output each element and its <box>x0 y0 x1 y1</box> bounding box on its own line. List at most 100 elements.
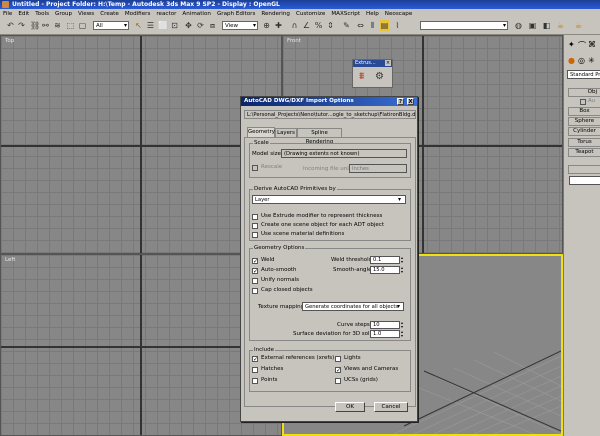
reference-coordinate-dropdown[interactable]: View <box>222 21 258 30</box>
scale-icon[interactable]: ⧈ <box>208 20 217 31</box>
render-frame-icon[interactable]: ◧ <box>542 20 551 31</box>
select-link-icon[interactable]: ⛓ <box>30 20 40 31</box>
box-button[interactable]: Box <box>568 107 600 116</box>
ucs-grids-checkbox[interactable] <box>335 378 341 384</box>
quick-render-icon[interactable]: ☕ <box>556 20 565 31</box>
teapot-button[interactable]: Teapot <box>568 148 600 157</box>
angle-snap-icon[interactable]: ∠ <box>302 20 311 31</box>
geometry-icon[interactable]: ● <box>568 56 575 65</box>
move-icon[interactable]: ✥ <box>184 20 193 31</box>
viewport-label[interactable]: Front <box>287 38 301 44</box>
render-setup-icon[interactable]: ▣ <box>528 20 537 31</box>
rescale-checkbox[interactable] <box>252 165 258 171</box>
smooth-angle-spinner[interactable]: ▴ ▾ <box>401 266 405 274</box>
select-by-name-icon[interactable]: ☰ <box>146 20 155 31</box>
xrefs-label: External references (xrefs) <box>261 355 335 361</box>
model-size-label: Model size: <box>252 151 283 157</box>
surface-deviation-label: Surface deviation for 3D solids: <box>293 331 380 337</box>
sphere-button[interactable]: Sphere <box>568 117 600 126</box>
viewport-label[interactable]: Top <box>5 38 14 44</box>
redo-icon[interactable]: ↷ <box>17 20 26 31</box>
align-icon[interactable]: ⫴ <box>368 20 377 31</box>
xrefs-checkbox[interactable]: ✓ <box>252 356 258 363</box>
scene-materials-checkbox[interactable] <box>252 232 258 238</box>
main-toolbar: ↶ ↷ ⛓ ⚯ ≋ ⬚ ▢ All ↖ ☰ ⬜ ⊡ ✥ ⟳ ⧈ View ⊕ ✚… <box>0 18 600 35</box>
gear-icon[interactable]: ⚙ <box>375 71 384 82</box>
select-icon[interactable]: ⬚ <box>66 20 75 31</box>
undo-icon[interactable]: ↶ <box>6 20 15 31</box>
points-checkbox[interactable] <box>252 378 258 384</box>
curve-steps-input[interactable]: 10 <box>370 321 400 329</box>
rotate-icon[interactable]: ⟳ <box>196 20 205 31</box>
spinner-snap-icon[interactable]: ⇕ <box>326 20 335 31</box>
manipulate-icon[interactable]: ✚ <box>274 20 283 31</box>
named-selection-icon[interactable]: ✎ <box>342 20 351 31</box>
weld-threshold-spinner[interactable]: ▴ ▾ <box>401 256 405 264</box>
autogrid-checkbox[interactable] <box>580 99 586 105</box>
cap-closed-checkbox[interactable] <box>252 288 258 294</box>
unify-normals-checkbox[interactable] <box>252 278 258 284</box>
curve-steps-spinner[interactable]: ▴ ▾ <box>401 321 405 329</box>
autogrid-label: Au <box>588 98 596 104</box>
weld-threshold-input[interactable]: 0.1 <box>370 256 400 264</box>
cap-closed-label: Cap closed objects <box>261 287 313 293</box>
use-extrude-label: Use Extrude modifier to represent thickn… <box>261 213 383 219</box>
surface-deviation-input[interactable]: 1.0 <box>370 330 400 338</box>
mirror-icon[interactable]: ⇔ <box>356 20 365 31</box>
object-type-rollout[interactable]: Obj <box>568 88 600 97</box>
ucs-grids-label: UCSs (grids) <box>344 377 378 383</box>
cancel-button[interactable]: Cancel <box>374 402 408 412</box>
hierarchy-panel-icon[interactable]: ⌘ <box>588 40 596 49</box>
ok-button[interactable]: OK <box>335 402 365 412</box>
percent-snap-icon[interactable]: % <box>314 20 323 31</box>
one-object-per-adt-checkbox[interactable] <box>252 223 258 229</box>
hatches-checkbox[interactable] <box>252 367 258 373</box>
close-icon[interactable]: × <box>385 60 391 66</box>
bind-spacewarp-icon[interactable]: ≋ <box>53 20 62 31</box>
modify-panel-icon[interactable]: ⌒ <box>578 40 586 51</box>
primitive-type-dropdown[interactable]: Standard Pri <box>567 70 600 79</box>
curve-editor-icon[interactable]: ⌇ <box>393 20 402 31</box>
extrude-floating-toolbar: Extrus... × ⩩ ⚙ <box>352 59 393 88</box>
lights-checkbox[interactable] <box>335 356 341 362</box>
select-object-icon[interactable]: ↖ <box>134 20 143 31</box>
rectangular-selection-icon[interactable]: ⬜ <box>158 20 168 31</box>
viewport-label[interactable]: Left <box>5 257 15 263</box>
torus-button[interactable]: Torus <box>568 138 600 147</box>
dialog-title: AutoCAD DWG/DXF Import Options <box>244 98 354 104</box>
named-selection-sets-dropdown[interactable] <box>420 21 508 30</box>
render-production-icon[interactable]: ☕ <box>574 20 583 31</box>
object-name-field[interactable] <box>569 176 600 185</box>
select-region-icon[interactable]: ▢ <box>78 20 87 31</box>
smooth-angle-input[interactable]: 15.0 <box>370 266 400 274</box>
rescale-label: Rescale <box>261 164 283 170</box>
command-panel: ✦ ⌒ ⌘ ● ◎ ✳ Standard Pri Obj Au Box Sphe… <box>563 35 600 436</box>
close-button[interactable]: X <box>407 98 414 105</box>
surface-deviation-spinner[interactable]: ▴ ▾ <box>401 330 405 338</box>
derive-by-dropdown[interactable]: Layer <box>252 195 406 204</box>
cylinder-button[interactable]: Cylinder <box>568 127 600 136</box>
lights-icon[interactable]: ✳ <box>588 56 595 65</box>
window-crossing-icon[interactable]: ⊡ <box>170 20 179 31</box>
auto-smooth-checkbox[interactable]: ✓ <box>252 268 258 275</box>
incoming-units-dropdown[interactable]: Inches <box>349 164 407 173</box>
smooth-angle-label: Smooth-angle: <box>333 267 374 273</box>
shapes-icon[interactable]: ◎ <box>578 56 585 65</box>
texture-mapping-dropdown[interactable]: Generate coordinates for all objects <box>302 302 404 311</box>
unlink-icon[interactable]: ⚯ <box>41 20 50 31</box>
dialog-titlebar: AutoCAD DWG/DXF Import Options ? X <box>241 97 417 106</box>
material-editor-icon[interactable]: ◍ <box>514 20 523 31</box>
extrude-icon[interactable]: ⩩ <box>359 71 364 82</box>
name-color-rollout[interactable] <box>568 165 600 174</box>
selection-filter-dropdown[interactable]: All <box>93 21 129 30</box>
app-icon <box>2 1 9 8</box>
help-button[interactable]: ? <box>397 98 404 105</box>
layer-manager-icon[interactable]: ▤ <box>380 20 389 31</box>
snap-icon[interactable]: ∩ <box>290 20 299 31</box>
pivot-center-icon[interactable]: ⊕ <box>262 20 271 31</box>
views-cameras-label: Views and Cameras <box>344 366 399 372</box>
use-extrude-checkbox[interactable] <box>252 214 258 220</box>
views-cameras-checkbox[interactable]: ✓ <box>335 367 341 374</box>
weld-checkbox[interactable]: ✓ <box>252 258 258 265</box>
create-panel-icon[interactable]: ✦ <box>568 40 575 49</box>
